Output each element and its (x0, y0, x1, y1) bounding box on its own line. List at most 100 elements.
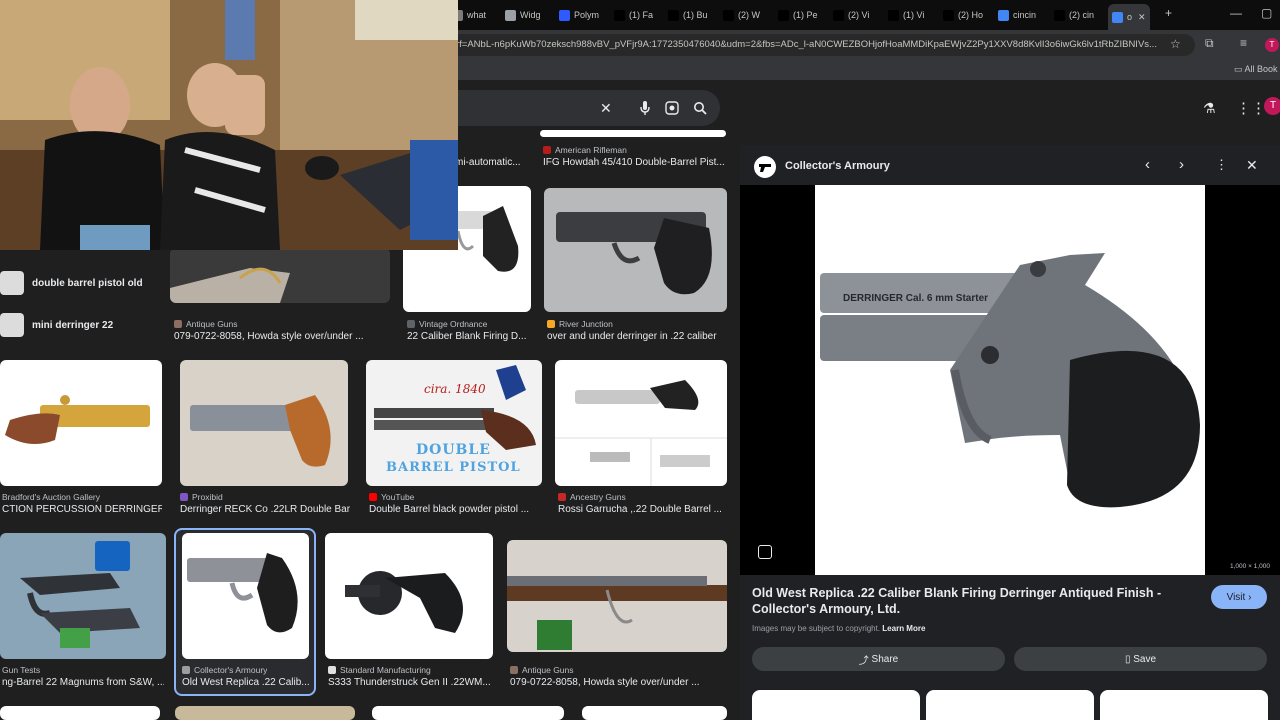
next-arrow-icon[interactable]: › (1179, 156, 1184, 173)
result-image[interactable] (540, 130, 726, 137)
result-title[interactable]: S333 Thunderstruck Gen II .22WM... (328, 677, 493, 688)
learn-more-link[interactable]: Learn More (882, 624, 925, 633)
webcam-overlay (0, 0, 458, 250)
browser-tab[interactable]: (1) Bu (668, 5, 708, 25)
tab-favicon-icon (943, 9, 954, 21)
minimize-button[interactable]: — (1230, 6, 1242, 20)
related-thumbnail (0, 271, 24, 295)
related-search-item[interactable]: double barrel pistol old (0, 268, 160, 298)
result-image[interactable] (180, 360, 348, 486)
tab-label: (1) Fa (629, 10, 654, 20)
related-image-tile[interactable] (926, 690, 1094, 720)
new-tab-button[interactable]: + (1165, 6, 1172, 20)
source-label: Antique Guns (186, 319, 238, 329)
result-image[interactable] (507, 540, 727, 652)
lens-search-icon[interactable] (758, 545, 772, 559)
tab-favicon-icon (505, 9, 516, 21)
browser-tab[interactable]: (1) Vi (888, 5, 924, 25)
result-title[interactable]: ng-Barrel 22 Magnums from S&W, ... (2, 677, 164, 688)
visit-button[interactable]: Visit › (1211, 585, 1267, 609)
result-image[interactable] (544, 188, 727, 312)
tab-favicon-icon (559, 9, 570, 21)
browser-tab[interactable]: (1) Pe (778, 5, 818, 25)
browser-tab[interactable]: (2) Ho (943, 5, 983, 25)
result-title[interactable]: Double Barrel black powder pistol ... (369, 504, 544, 515)
result-image[interactable] (555, 360, 727, 486)
google-account-avatar[interactable]: T (1264, 97, 1280, 115)
result-title[interactable]: IFG Howdah 45/410 Double-Barrel Pist... (543, 157, 728, 168)
source-label: Gun Tests (2, 665, 41, 675)
browser-tab[interactable]: Widg (505, 5, 541, 25)
more-options-icon[interactable]: ⋮ (1215, 157, 1228, 173)
result-image[interactable] (325, 533, 493, 659)
browser-tab[interactable]: (2) cin (1054, 5, 1094, 25)
result-source: Gun Tests (2, 665, 40, 675)
extensions-icon[interactable]: ⧉ (1205, 36, 1214, 51)
browser-tab[interactable]: (2) W (723, 5, 760, 25)
panel-title[interactable]: Old West Replica .22 Caliber Blank Firin… (752, 585, 1192, 617)
tab-label: what (467, 10, 487, 20)
result-title[interactable]: 22 Caliber Blank Firing D... (407, 331, 532, 342)
save-button[interactable]: ▯ Save (1014, 647, 1267, 671)
result-title[interactable]: mi-automatic... (455, 157, 535, 168)
result-source: Collector's Armoury (182, 665, 267, 675)
tab-label: (2) W (738, 10, 760, 20)
result-title[interactable]: Rossi Garrucha ,.22 Double Barrel ... (558, 504, 726, 515)
tab-favicon-icon (778, 9, 789, 21)
tab-favicon-icon (1054, 9, 1065, 21)
address-bar[interactable]: rf=ANbL-n6pKuWb70zeksch988vBV_pVFjr9A:17… (440, 34, 1195, 56)
source-label: Antique Guns (522, 665, 574, 675)
bookmark-star-icon[interactable]: ☆ (1170, 37, 1181, 51)
result-image[interactable] (182, 533, 309, 659)
lens-icon[interactable] (664, 99, 680, 117)
source-label: American Rifleman (555, 145, 627, 155)
browser-tab[interactable]: Polym (559, 5, 599, 25)
menu-lines-icon[interactable]: ≡ (1240, 36, 1247, 50)
previous-arrow-icon[interactable]: ‹ (1145, 156, 1150, 173)
result-title[interactable]: 079-0722-8058, Howda style over/under ..… (510, 677, 726, 688)
close-tab-icon[interactable]: ✕ (1138, 12, 1146, 23)
browser-tab[interactable]: (1) Fa (614, 5, 653, 25)
result-image[interactable] (0, 533, 166, 659)
profile-avatar[interactable]: T (1265, 38, 1279, 52)
panel-site-name[interactable]: Collector's Armoury (785, 160, 890, 172)
result-image[interactable] (582, 706, 727, 720)
all-bookmarks[interactable]: ▭ All Book (1234, 64, 1278, 75)
preview-image-area: DERRINGER Cal. 6 mm Starter 1,000 × 1,00… (740, 185, 1280, 575)
result-image[interactable] (170, 248, 390, 303)
maximize-button[interactable]: ▢ (1261, 6, 1272, 20)
related-search-item[interactable]: mini derringer 22 (0, 310, 160, 340)
tab-favicon-icon (888, 9, 899, 21)
result-image[interactable]: cira. 1840 DOUBLE BARREL PISTOL (366, 360, 542, 486)
share-icon: ⤴ (858, 655, 872, 667)
result-title[interactable]: over and under derringer in .22 caliber (547, 331, 727, 342)
apps-grid-icon[interactable]: ⋮⋮ (1236, 99, 1266, 117)
result-source: Antique Guns (174, 319, 238, 329)
close-panel-icon[interactable]: ✕ (1246, 157, 1258, 174)
labs-flask-icon[interactable]: ⚗ (1203, 100, 1216, 117)
microphone-icon[interactable] (638, 99, 652, 117)
bookmark-icon: ▯ (1124, 653, 1134, 665)
related-image-tile[interactable] (1100, 690, 1268, 720)
result-image[interactable] (0, 360, 162, 486)
result-title[interactable]: Derringer RECK Co .22LR Double Bar... (180, 504, 350, 515)
clear-icon[interactable]: ✕ (600, 100, 612, 117)
result-image[interactable] (175, 706, 355, 720)
related-image-tile[interactable] (752, 690, 920, 720)
result-title[interactable]: CTION PERCUSSION DERRINGER P... (2, 504, 162, 515)
result-title[interactable]: Old West Replica .22 Calib... (182, 677, 310, 688)
result-title[interactable]: 079-0722-8058, Howda style over/under ..… (174, 331, 389, 342)
tile-caption: BARREL PISTOL (386, 460, 521, 475)
result-image[interactable] (0, 706, 160, 720)
browser-tab[interactable]: cincin (998, 5, 1036, 25)
preview-image[interactable]: DERRINGER Cal. 6 mm Starter (815, 185, 1205, 575)
result-source: River Junction (547, 319, 613, 329)
search-icon[interactable] (692, 99, 708, 117)
gun-stamp: DERRINGER Cal. 6 mm Starter (843, 293, 989, 304)
copyright-notice: Images may be subject to copyright. Lear… (752, 624, 925, 633)
share-button[interactable]: ⤴ Share (752, 647, 1005, 671)
browser-tab[interactable]: (2) Vi (833, 5, 869, 25)
tab-favicon-icon (833, 9, 844, 21)
browser-tab[interactable]: o ✕ (1108, 4, 1150, 30)
result-image[interactable] (372, 706, 564, 720)
